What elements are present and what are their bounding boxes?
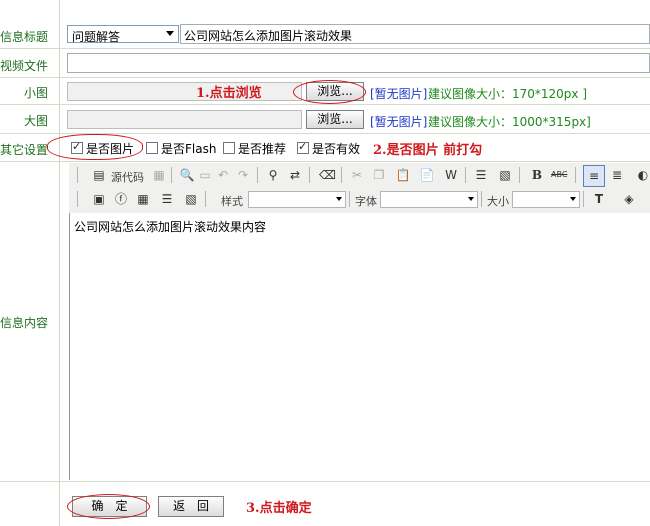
paste-word-icon[interactable]: W: [443, 167, 459, 183]
large-image-size-hint: 建议图像大小：1000*315px]: [428, 115, 591, 129]
paste-icon[interactable]: 📋: [395, 167, 411, 183]
undo-icon[interactable]: ↶: [215, 167, 231, 183]
annotation-step1: 1.点击浏览: [196, 86, 262, 101]
chevron-down-icon: [166, 31, 174, 36]
video-file-label: 视频文件: [0, 59, 49, 73]
style-label: 样式: [221, 195, 243, 208]
toolbar-separator: [519, 167, 520, 183]
image-icon[interactable]: ▣: [91, 191, 107, 207]
chevron-down-icon: [336, 197, 342, 201]
toolbar-separator: [205, 191, 206, 207]
option-recommend-label: 是否推荐: [238, 142, 287, 156]
toolbar-separator: [171, 167, 172, 183]
row-divider: [0, 104, 650, 105]
cut-icon[interactable]: ✂: [349, 167, 365, 183]
toolbar-separator: [575, 167, 576, 183]
row-divider: [0, 77, 650, 78]
list-icon[interactable]: ☰: [473, 167, 489, 183]
small-image-status[interactable]: [暂无图片]: [370, 85, 427, 102]
copy-icon[interactable]: ❐: [371, 167, 387, 183]
preview-icon[interactable]: 🔍: [179, 167, 195, 183]
new-page-icon[interactable]: ▦: [151, 167, 167, 183]
title-input-value: 公司网站怎么添加图片滚动效果: [184, 29, 353, 43]
video-file-input[interactable]: [67, 53, 650, 73]
chevron-down-icon: [468, 197, 474, 201]
font-select[interactable]: [380, 191, 478, 208]
paste-text-icon[interactable]: 📄: [419, 167, 435, 183]
info-content-label: 信息内容: [0, 316, 49, 330]
horizontal-rule-icon[interactable]: ☰: [159, 191, 175, 207]
small-image-size-hint: 建议图像大小：170*120px ]: [428, 87, 588, 101]
size-select[interactable]: [512, 191, 580, 208]
background-color-icon[interactable]: ◈: [621, 191, 637, 207]
redo-icon[interactable]: ↷: [235, 167, 251, 183]
large-image-browse-button[interactable]: 浏览...: [306, 110, 364, 129]
category-select-value: 问题解答: [72, 30, 121, 44]
globe-icon[interactable]: ◐: [635, 167, 650, 183]
find-icon[interactable]: ⚲: [265, 167, 281, 183]
size-label: 大小: [487, 195, 509, 208]
bold-icon[interactable]: B: [529, 167, 545, 183]
toolbar-separator: [465, 167, 466, 183]
toolbar-separator: [583, 191, 584, 207]
annotation-step3: 3.点击确定: [246, 501, 312, 516]
eraser-icon[interactable]: ⌫: [319, 167, 336, 183]
toolbar-separator: [257, 167, 258, 183]
toolbar-separator: [77, 167, 78, 183]
align-center-icon[interactable]: ≣: [609, 167, 625, 183]
small-image-path-field[interactable]: [67, 82, 302, 101]
toolbar-separator: [349, 191, 350, 207]
annotation-oval-image-checkbox: [47, 134, 143, 160]
toolbar-separator: [481, 191, 482, 207]
option-valid-checkbox[interactable]: [297, 140, 309, 154]
table-icon[interactable]: ▦: [135, 191, 151, 207]
special-char-icon[interactable]: ▧: [183, 191, 199, 207]
category-select[interactable]: 问题解答: [67, 25, 179, 44]
option-flash-label: 是否Flash: [161, 142, 217, 156]
source-code-label[interactable]: 源代码: [111, 169, 144, 185]
row-divider: [0, 161, 650, 162]
option-recommend-checkbox[interactable]: [223, 142, 235, 154]
template-icon[interactable]: ▭: [197, 167, 213, 183]
block-icon[interactable]: ▧: [497, 167, 513, 183]
title-input[interactable]: 公司网站怎么添加图片滚动效果: [180, 24, 650, 44]
toolbar-separator: [341, 167, 342, 183]
annotation-oval-browse: [293, 80, 366, 104]
label-column-divider: [59, 0, 60, 526]
replace-icon[interactable]: ⇄: [287, 167, 303, 183]
info-title-label: 信息标题: [0, 30, 49, 44]
flash-icon[interactable]: ⓕ: [113, 191, 129, 207]
annotation-step2: 2.是否图片 前打勾: [373, 143, 483, 158]
style-select[interactable]: [248, 191, 346, 208]
option-flash-checkbox[interactable]: [146, 142, 158, 154]
large-image-path-field[interactable]: [67, 110, 302, 129]
annotation-oval-ok: [67, 494, 150, 519]
text-color-icon[interactable]: T: [591, 191, 607, 207]
toolbar-separator: [77, 191, 78, 207]
content-editor[interactable]: 公司网站怎么添加图片滚动效果内容: [69, 213, 650, 480]
option-valid-label: 是否有效: [312, 142, 361, 156]
small-image-label: 小图: [23, 86, 48, 100]
toolbar-separator: [309, 167, 310, 183]
large-image-status[interactable]: [暂无图片]: [370, 113, 427, 130]
align-left-icon[interactable]: ≡: [583, 165, 605, 187]
row-divider: [0, 481, 650, 482]
back-button[interactable]: 返 回: [158, 496, 224, 517]
source-code-icon[interactable]: ▤: [91, 167, 107, 183]
row-divider: [0, 48, 650, 49]
chevron-down-icon: [570, 197, 576, 201]
font-label: 字体: [355, 195, 377, 208]
large-image-label: 大图: [23, 114, 48, 128]
editor-content-text: 公司网站怎么添加图片滚动效果内容: [74, 220, 267, 234]
editor-toolbar: ▤ 源代码 ▦ 🔍 ▭ ↶ ↷ ⚲ ⇄ ⌫ ✂ ❐ 📋 📄 W ☰ ▧ B AB…: [69, 163, 650, 214]
strikethrough-icon[interactable]: ABC: [551, 167, 567, 183]
